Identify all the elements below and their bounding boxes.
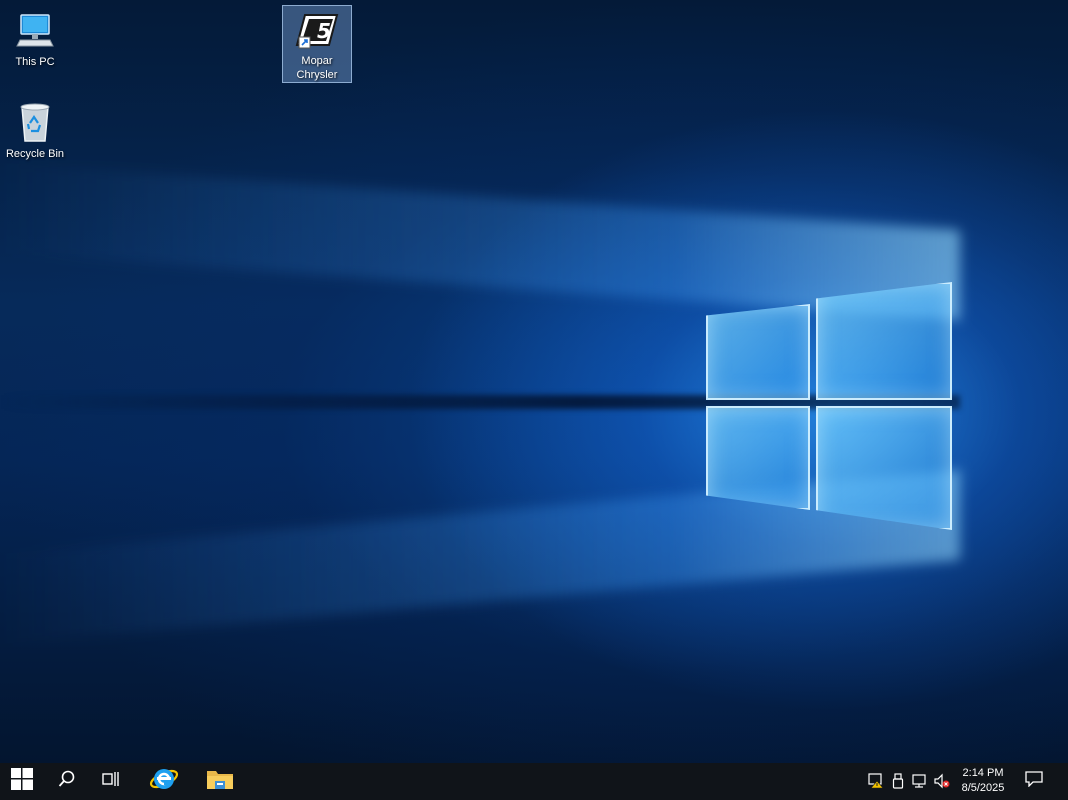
windows-logo-icon — [11, 768, 33, 795]
wallpaper-logo-pane — [706, 406, 810, 510]
desktop-wallpaper[interactable]: This PC Recycle Bin 5 Mopar Chrysler — [0, 0, 1068, 763]
usb-device-icon[interactable] — [890, 773, 906, 789]
mopar-chrysler-shortcut-icon: 5 — [295, 10, 339, 51]
svg-text:5: 5 — [317, 19, 331, 43]
computer-icon — [13, 8, 57, 52]
clock-time: 2:14 PM — [962, 767, 1004, 779]
start-button[interactable] — [0, 763, 44, 800]
taskbar-internet-explorer[interactable] — [140, 763, 188, 800]
desktop-icon-mopar-chrysler[interactable]: 5 Mopar Chrysler — [282, 5, 352, 83]
taskbar-file-explorer[interactable] — [196, 763, 244, 800]
notification-button[interactable] — [1018, 763, 1050, 800]
desktop-icon-label: Mopar Chrysler — [296, 55, 338, 81]
taskbar-clock[interactable]: 2:14 PM 8/5/2025 — [952, 766, 1014, 796]
internet-explorer-icon — [149, 764, 179, 799]
recycle-bin-icon — [13, 100, 57, 144]
task-view-icon — [102, 771, 120, 792]
desktop-icon-this-pc[interactable]: This PC — [0, 4, 70, 82]
wallpaper-logo-pane — [816, 406, 952, 530]
desktop-icon-label: Recycle Bin — [5, 148, 65, 160]
desktop-icon-label: This PC — [15, 56, 55, 68]
volume-muted-icon[interactable] — [934, 773, 950, 789]
network-icon[interactable] — [912, 773, 928, 789]
file-explorer-icon — [206, 767, 234, 796]
clock-date: 8/5/2025 — [961, 782, 1005, 794]
wallpaper-logo-pane — [706, 304, 810, 400]
task-view-button[interactable] — [90, 763, 132, 800]
wallpaper-light-beam — [0, 162, 960, 320]
notification-icon — [1025, 771, 1043, 792]
action-center-warning-icon[interactable] — [868, 773, 884, 789]
wallpaper-logo-pane — [816, 282, 952, 400]
desktop-icon-recycle-bin[interactable]: Recycle Bin — [0, 96, 70, 174]
search-icon — [58, 770, 76, 793]
search-button[interactable] — [46, 763, 88, 800]
taskbar: 2:14 PM 8/5/2025 — [0, 763, 1068, 800]
